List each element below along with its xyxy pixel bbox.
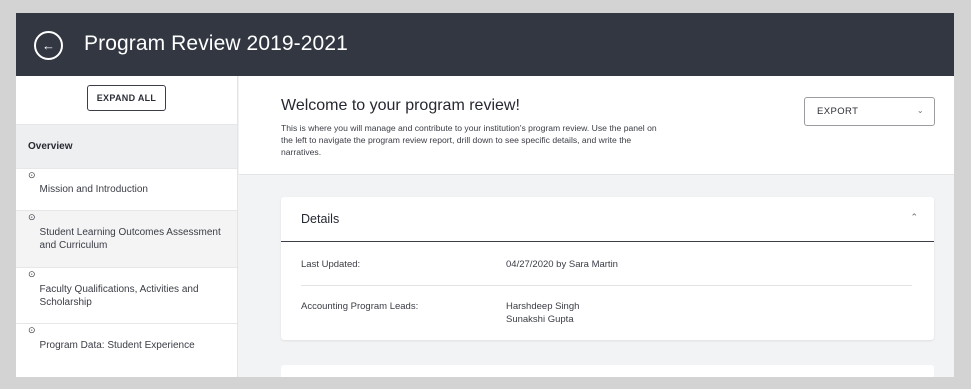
app-frame: ← Program Review 2019-2021 EXPAND ALL Ov…	[16, 13, 954, 377]
sidebar-item-program-data[interactable]: ⊙ Program Data: Student Experience	[16, 323, 237, 367]
welcome-panel: Welcome to your program review! This is …	[239, 76, 954, 175]
sidebar-item-label: Program Data: Student Experience	[39, 340, 195, 351]
sidebar-item-label: Mission and Introduction	[39, 184, 148, 195]
expand-all-wrapper: EXPAND ALL	[16, 76, 237, 124]
details-title: Details	[301, 212, 340, 226]
detail-label: Accounting Program Leads:	[301, 301, 419, 312]
welcome-description: This is where you will manage and contri…	[281, 123, 657, 157]
app-header: ← Program Review 2019-2021	[16, 13, 954, 76]
sidebar-item-overview[interactable]: Overview	[16, 124, 237, 168]
sidebar-item-label: Overview	[28, 141, 73, 152]
program-lead-name: Sunakshi Gupta	[506, 313, 574, 325]
chevron-up-icon[interactable]: ⌃	[910, 212, 918, 223]
export-dropdown[interactable]: EXPORT ⌄	[804, 97, 935, 126]
row-divider	[301, 285, 912, 286]
detail-value: 04/27/2020 by Sara Martin	[506, 259, 618, 270]
back-button[interactable]: ←	[34, 31, 63, 60]
program-lead-name: Harshdeep Singh	[506, 301, 580, 312]
details-card: Details ⌃ Last Updated: 04/27/2020 by Sa…	[281, 197, 934, 340]
detail-label: Last Updated:	[301, 259, 361, 270]
sidebar-item-label: Student Learning Outcomes Assessment and…	[39, 227, 221, 251]
expand-all-button[interactable]: EXPAND ALL	[87, 85, 166, 111]
welcome-title: Welcome to your program review!	[281, 97, 520, 114]
sidebar: EXPAND ALL Overview ⊙ Mission and Introd…	[16, 76, 238, 377]
next-section-card	[281, 365, 934, 377]
export-label: EXPORT	[817, 106, 859, 117]
arrow-left-icon: ←	[42, 38, 55, 53]
circle-dot-icon: ⊙	[28, 269, 36, 279]
sidebar-item-mission[interactable]: ⊙ Mission and Introduction	[16, 168, 237, 210]
sidebar-item-learning-outcomes[interactable]: ⊙ Student Learning Outcomes Assessment a…	[16, 210, 237, 267]
circle-dot-icon: ⊙	[28, 325, 36, 335]
chevron-down-icon: ⌄	[916, 106, 924, 115]
sidebar-item-faculty[interactable]: ⊙ Faculty Qualifications, Activities and…	[16, 267, 237, 323]
detail-value: Harshdeep Singh Sunakshi Gupta	[506, 301, 579, 326]
sidebar-item-label: Faculty Qualifications, Activities and S…	[39, 283, 199, 308]
details-header[interactable]: Details ⌃	[281, 197, 934, 242]
page-title: Program Review 2019-2021	[84, 32, 348, 55]
circle-dot-icon: ⊙	[28, 212, 36, 222]
circle-dot-icon: ⊙	[28, 170, 36, 180]
